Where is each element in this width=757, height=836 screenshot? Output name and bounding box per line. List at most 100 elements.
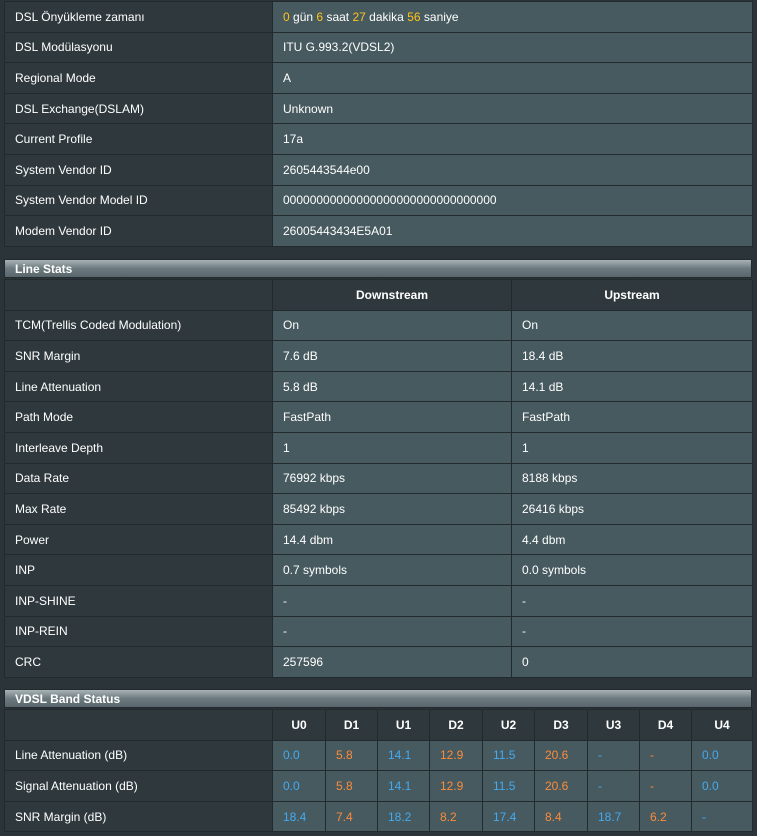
line-stat-upstream: 8188 kbps [511,462,753,495]
band-value-u3: - [587,770,640,802]
line-stat-upstream: FastPath [511,401,753,433]
dslam-label: DSL Exchange(DSLAM) [4,92,273,125]
band-value-d4: - [639,739,692,772]
line-stat-label: INP [4,554,273,586]
band-header-u1: U1 [377,709,430,741]
band-value-d3: 8.4 [534,800,588,833]
table-row: Data Rate 76992 kbps 8188 kbps [4,462,753,495]
dsl-info-table: DSL Önyükleme zamanı 0 gün 6 saat 27 dak… [4,1,753,247]
line-stat-label: Line Attenuation [4,370,273,403]
table-row: Regional Mode A [4,62,753,94]
band-value-u1: 14.1 [377,770,430,802]
uptime-hours: 6 [316,9,324,24]
header-blank [4,709,273,741]
band-value-d1: 7.4 [325,800,378,833]
current-profile-value: 17a [272,123,753,155]
line-stat-upstream: 0 [511,646,753,678]
line-stat-label: SNR Margin [4,340,273,372]
band-header-d2: D2 [429,709,483,741]
line-stat-downstream: - [272,584,512,617]
line-stat-label: INP-REIN [4,615,273,648]
band-value-u1: 18.2 [377,800,430,833]
band-value-d2: 12.9 [429,739,483,772]
line-stat-upstream: On [511,309,753,342]
uptime-days-unit: gün [293,9,314,24]
table-row: Power 14.4 dbm 4.4 dbm [4,523,753,556]
band-header-d3: D3 [534,709,588,741]
line-stat-upstream: 18.4 dB [511,340,753,372]
current-profile-label: Current Profile [4,123,273,155]
table-header-row: U0 D1 U1 D2 U2 D3 U3 D4 U4 [4,709,753,741]
line-stat-label: Max Rate [4,493,273,525]
vdsl-band-status-header: VDSL Band Status [4,689,752,708]
band-value-d1: 5.8 [325,770,378,802]
table-row: System Vendor ID 2605443544e00 [4,153,753,186]
header-upstream: Upstream [511,279,753,311]
band-header-d1: D1 [325,709,378,741]
band-value-d2: 12.9 [429,770,483,802]
line-stats-table: Downstream Upstream TCM(Trellis Coded Mo… [4,279,753,678]
band-value-u2: 17.4 [482,800,535,833]
line-stat-downstream: 85492 kbps [272,493,512,525]
band-value-d4: - [639,770,692,802]
table-row: INP-REIN - - [4,615,753,648]
uptime-seconds-unit: saniye [423,9,459,24]
header-blank [4,279,273,311]
line-stat-label: Interleave Depth [4,431,273,464]
table-row: Line Attenuation (dB) 0.0 5.8 14.1 12.9 11.5 2… [4,739,753,772]
table-row: DSL Exchange(DSLAM) Unknown [4,92,753,125]
line-stat-upstream: 14.1 dB [511,370,753,403]
band-value-d3: 20.6 [534,739,588,772]
band-value-d1: 5.8 [325,739,378,772]
line-stat-downstream: 257596 [272,646,512,678]
band-row-label: SNR Margin (dB) [4,800,273,833]
table-row: Path Mode FastPath FastPath [4,401,753,433]
modem-vendor-id-label: Modem Vendor ID [4,215,273,247]
band-value-u0: 0.0 [272,739,326,772]
table-row: Modem Vendor ID 26005443434E5A01 [4,215,753,247]
table-row: Signal Attenuation (dB) 0.0 5.8 14.1 12.9 11.… [4,770,753,802]
system-vendor-id-value: 2605443544e00 [272,153,753,186]
line-stats-header: Line Stats [4,259,752,278]
line-stat-upstream: - [511,615,753,648]
line-stat-downstream: 7.6 dB [272,340,512,372]
line-stat-label: Data Rate [4,462,273,495]
system-vendor-model-id-label: System Vendor Model ID [4,184,273,217]
line-stat-label: CRC [4,646,273,678]
band-value-u0: 0.0 [272,770,326,802]
line-stat-label: Path Mode [4,401,273,433]
band-value-d3: 20.6 [534,770,588,802]
table-row: Interleave Depth 1 1 [4,431,753,464]
uptime-minutes: 27 [352,9,366,24]
system-vendor-id-label: System Vendor ID [4,153,273,186]
table-row: SNR Margin 7.6 dB 18.4 dB [4,340,753,372]
dslam-value: Unknown [272,92,753,125]
table-row: INP 0.7 symbols 0.0 symbols [4,554,753,586]
line-stat-label: INP-SHINE [4,584,273,617]
band-value-u4: 0.0 [691,770,753,802]
table-row: INP-SHINE - - [4,584,753,617]
table-row: Line Attenuation 5.8 dB 14.1 dB [4,370,753,403]
band-value-d4: 6.2 [639,800,692,833]
dsl-modulation-label: DSL Modülasyonu [4,31,273,64]
line-stat-upstream: - [511,584,753,617]
band-header-u3: U3 [587,709,640,741]
dsl-uptime-value: 0 gün 6 saat 27 dakika 56 saniye [272,1,753,33]
band-row-label: Line Attenuation (dB) [4,739,273,772]
band-header-u0: U0 [272,709,326,741]
band-value-u1: 14.1 [377,739,430,772]
line-stat-label: TCM(Trellis Coded Modulation) [4,309,273,342]
table-row: SNR Margin (dB) 18.4 7.4 18.2 8.2 17.4 8.4 18.7… [4,800,753,833]
uptime-days: 0 [283,9,290,24]
dsl-uptime-label: DSL Önyükleme zamanı [4,1,273,33]
line-stat-upstream: 1 [511,431,753,464]
band-value-u3: - [587,739,640,772]
system-vendor-model-id-value: 00000000000000000000000000000000 [272,184,753,217]
line-stat-upstream: 0.0 symbols [511,554,753,586]
band-value-u3: 18.7 [587,800,640,833]
dsl-modulation-value: ITU G.993.2(VDSL2) [272,31,753,64]
band-value-u2: 11.5 [482,739,535,772]
table-header-row: Downstream Upstream [4,279,753,311]
line-stat-downstream: - [272,615,512,648]
band-value-u4: 0.0 [691,739,753,772]
